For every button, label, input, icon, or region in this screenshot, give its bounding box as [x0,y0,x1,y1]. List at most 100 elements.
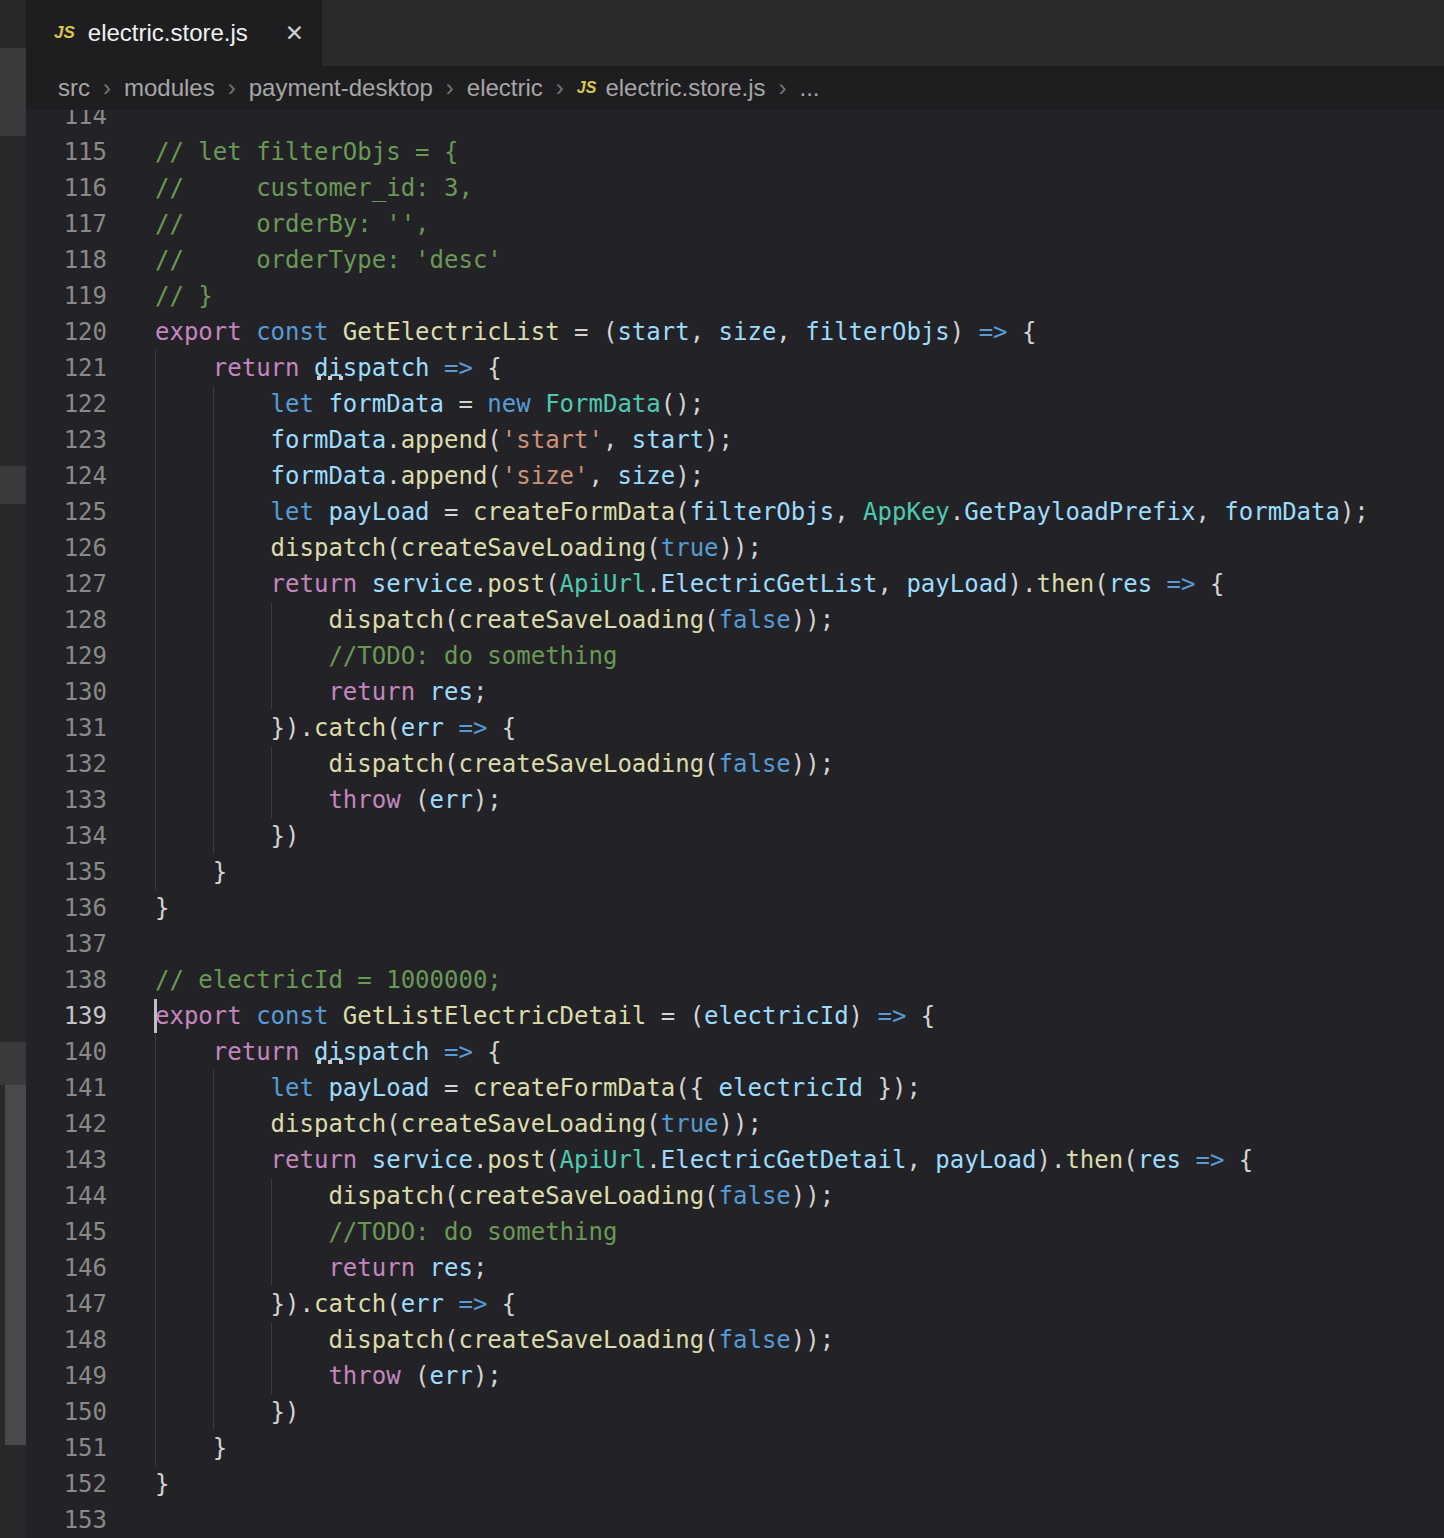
code-text: dispatch(createSaveLoading(false)); [107,1322,834,1358]
code-text: // let filterObjs = { [107,134,458,170]
code-text: }) [107,818,300,854]
code-line[interactable]: 117// orderBy: '', [26,206,1444,242]
code-line[interactable]: 142 dispatch(createSaveLoading(true)); [26,1106,1444,1142]
indent-guide [213,566,214,602]
code-line[interactable]: 125 let payLoad = createFormData(filterO… [26,494,1444,530]
code-line[interactable]: 141 let payLoad = createFormData({ elect… [26,1070,1444,1106]
code-text: return service.post(ApiUrl.ElectricGetDe… [107,1142,1253,1178]
code-line[interactable]: 134 }) [26,818,1444,854]
text-cursor [154,999,157,1033]
tab-electric-store-js[interactable]: JS electric.store.js ✕ [26,0,322,66]
indent-guide [213,1142,214,1178]
code-text [107,110,155,134]
indent-guide [213,710,214,746]
code-line[interactable]: 119// } [26,278,1444,314]
code-line[interactable]: 129 //TODO: do something [26,638,1444,674]
code-line[interactable]: 140 return dispatch => { [26,1034,1444,1070]
breadcrumb-item-src[interactable]: src [58,74,90,102]
code-text: throw (err); [107,1358,502,1394]
line-number: 131 [26,710,107,746]
close-tab-icon[interactable]: ✕ [285,20,304,47]
code-line[interactable]: 130 return res; [26,674,1444,710]
indent-guide [213,1250,214,1286]
code-line[interactable]: 137 [26,926,1444,962]
code-line[interactable]: 136} [26,890,1444,926]
code-line[interactable]: 123 formData.append('start', start); [26,422,1444,458]
code-text: // } [107,278,213,314]
code-editor[interactable]: 114115// let filterObjs = {116// custome… [26,110,1444,1538]
code-line[interactable]: 151 } [26,1430,1444,1466]
code-line[interactable]: 116// customer_id: 3, [26,170,1444,206]
indent-guide [155,674,156,710]
code-line[interactable]: 135 } [26,854,1444,890]
code-line[interactable]: 127 return service.post(ApiUrl.ElectricG… [26,566,1444,602]
tab-bar: JS electric.store.js ✕ [26,0,1444,66]
code-line[interactable]: 153 [26,1502,1444,1538]
code-line[interactable]: 146 return res; [26,1250,1444,1286]
code-line[interactable]: 122 let formData = new FormData(); [26,386,1444,422]
code-line[interactable]: 144 dispatch(createSaveLoading(false)); [26,1178,1444,1214]
panel-highlight [0,48,26,136]
code-line[interactable]: 145 //TODO: do something [26,1214,1444,1250]
indent-guide [155,350,156,386]
code-line[interactable]: 148 dispatch(createSaveLoading(false)); [26,1322,1444,1358]
indent-guide [213,1394,214,1430]
indent-guide [155,458,156,494]
code-text: //TODO: do something [107,1214,617,1250]
breadcrumb-item-file[interactable]: electric.store.js [605,74,765,102]
code-line[interactable]: 126 dispatch(createSaveLoading(true)); [26,530,1444,566]
code-line[interactable]: 138// electricId = 1000000; [26,962,1444,998]
indent-guide [271,674,272,710]
code-line[interactable]: 133 throw (err); [26,782,1444,818]
indent-guide [155,1394,156,1430]
line-number: 140 [26,1034,107,1070]
indent-guide [271,782,272,818]
code-line[interactable]: 132 dispatch(createSaveLoading(false)); [26,746,1444,782]
code-line[interactable]: 120export const GetElectricList = (start… [26,314,1444,350]
indent-guide [271,1250,272,1286]
indent-guide [213,530,214,566]
indent-guide [155,1430,156,1466]
code-text: return dispatch => { [107,1034,502,1070]
code-line[interactable]: 139export const GetListElectricDetail = … [26,998,1444,1034]
indent-guide [213,494,214,530]
breadcrumb-item-modules[interactable]: modules [124,74,215,102]
indent-guide [271,602,272,638]
code-text: } [107,854,227,890]
line-number: 116 [26,170,107,206]
line-number: 123 [26,422,107,458]
line-number: 141 [26,1070,107,1106]
line-number: 138 [26,962,107,998]
indent-guide [271,1214,272,1250]
line-number: 130 [26,674,107,710]
code-line[interactable]: 150 }) [26,1394,1444,1430]
breadcrumb-item-electric[interactable]: electric [467,74,543,102]
breadcrumb-item-more[interactable]: ... [799,74,819,102]
indent-guide [155,782,156,818]
code-line[interactable]: 128 dispatch(createSaveLoading(false)); [26,602,1444,638]
code-line[interactable]: 124 formData.append('size', size); [26,458,1444,494]
code-line[interactable]: 121 return dispatch => { [26,350,1444,386]
code-text: formData.append('start', start); [107,422,733,458]
line-number: 143 [26,1142,107,1178]
code-line[interactable]: 114 [26,110,1444,134]
code-line[interactable]: 149 throw (err); [26,1358,1444,1394]
code-line[interactable]: 118// orderType: 'desc' [26,242,1444,278]
code-line[interactable]: 131 }).catch(err => { [26,710,1444,746]
code-text: // orderType: 'desc' [107,242,502,278]
code-line[interactable]: 143 return service.post(ApiUrl.ElectricG… [26,1142,1444,1178]
breadcrumb-item-payment-desktop[interactable]: payment-desktop [249,74,433,102]
code-line[interactable]: 115// let filterObjs = { [26,134,1444,170]
indent-guide [213,818,214,854]
indent-guide [155,1106,156,1142]
line-number: 121 [26,350,107,386]
line-number: 125 [26,494,107,530]
code-line[interactable]: 147 }).catch(err => { [26,1286,1444,1322]
indent-guide [155,1178,156,1214]
indent-guide [155,494,156,530]
code-text: return service.post(ApiUrl.ElectricGetLi… [107,566,1224,602]
panel-scrollbar-thumb[interactable] [5,1085,26,1445]
indent-guide [213,1214,214,1250]
code-line[interactable]: 152} [26,1466,1444,1502]
line-number: 149 [26,1358,107,1394]
